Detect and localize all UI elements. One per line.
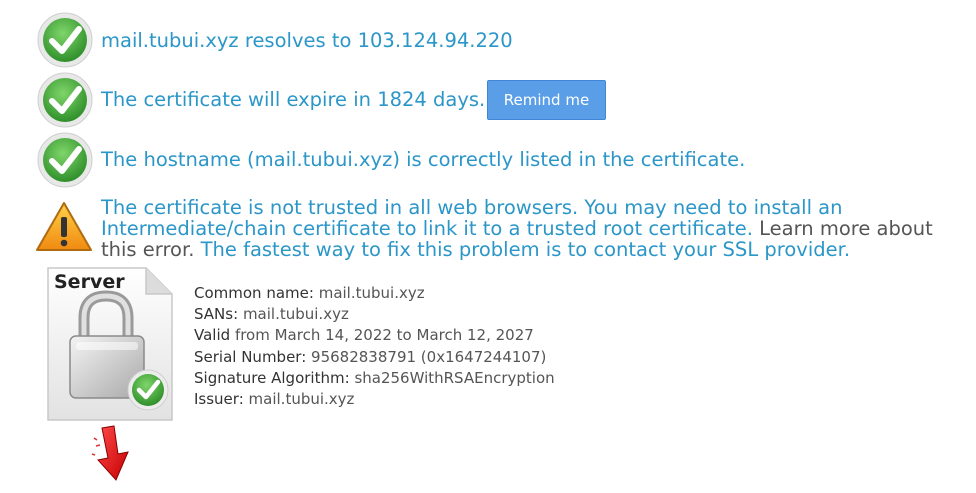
detail-row: Valid from March 14, 2022 to March 12, 2… — [194, 325, 555, 346]
detail-key: Serial Number: — [194, 347, 307, 366]
warning-line-2-text: Intermediate/chain certificate to link i… — [101, 217, 753, 240]
detail-row: Issuer: mail.tubui.xyz — [194, 389, 555, 410]
detail-value: 95682838791 (0x1647244107) — [311, 347, 547, 366]
detail-key: SANs: — [194, 305, 239, 324]
detail-key: Issuer: — [194, 390, 244, 409]
remind-me-button[interactable]: Remind me — [487, 80, 606, 120]
warning-line-2: Intermediate/chain certificate to link i… — [101, 218, 933, 240]
detail-key: Common name: — [194, 284, 314, 302]
learn-more-link[interactable]: Learn more about — [759, 217, 933, 240]
warning-line-3-text: The fastest way to fix this problem is t… — [200, 238, 851, 261]
check-icon — [37, 72, 93, 128]
detail-value: from March 14, 2022 to March 12, 2027 — [234, 326, 534, 345]
detail-key: Signature Algorithm: — [194, 368, 350, 387]
server-label: Server — [54, 271, 125, 293]
hostname-message: The hostname (mail.tubui.xyz) is correct… — [101, 148, 746, 171]
detail-row: SANs: mail.tubui.xyz — [194, 304, 555, 325]
resolve-message: mail.tubui.xyz resolves to 103.124.94.22… — [101, 29, 513, 52]
detail-key: Valid — [194, 326, 231, 345]
learn-more-link-cont[interactable]: this error. — [101, 238, 194, 261]
detail-value: sha256WithRSAEncryption — [354, 368, 555, 387]
warning-line-3: this error. The fastest way to fix this … — [101, 239, 850, 261]
check-icon — [37, 12, 93, 68]
detail-value: mail.tubui.xyz — [318, 284, 425, 302]
warning-line-1: The certificate is not trusted in all we… — [101, 196, 843, 219]
detail-row: Common name: mail.tubui.xyz — [194, 283, 555, 304]
arrow-down-icon — [91, 425, 129, 481]
certificate-details: Common name: mail.tubui.xyz SANs: mail.t… — [194, 283, 555, 410]
detail-row: Serial Number: 95682838791 (0x1647244107… — [194, 347, 555, 368]
detail-value: mail.tubui.xyz — [248, 390, 355, 409]
detail-value: mail.tubui.xyz — [242, 305, 349, 324]
detail-row: Signature Algorithm: sha256WithRSAEncryp… — [194, 368, 555, 389]
check-icon — [37, 132, 93, 188]
expiry-message: The certificate will expire in 1824 days… — [101, 88, 486, 111]
warning-icon — [36, 202, 92, 251]
